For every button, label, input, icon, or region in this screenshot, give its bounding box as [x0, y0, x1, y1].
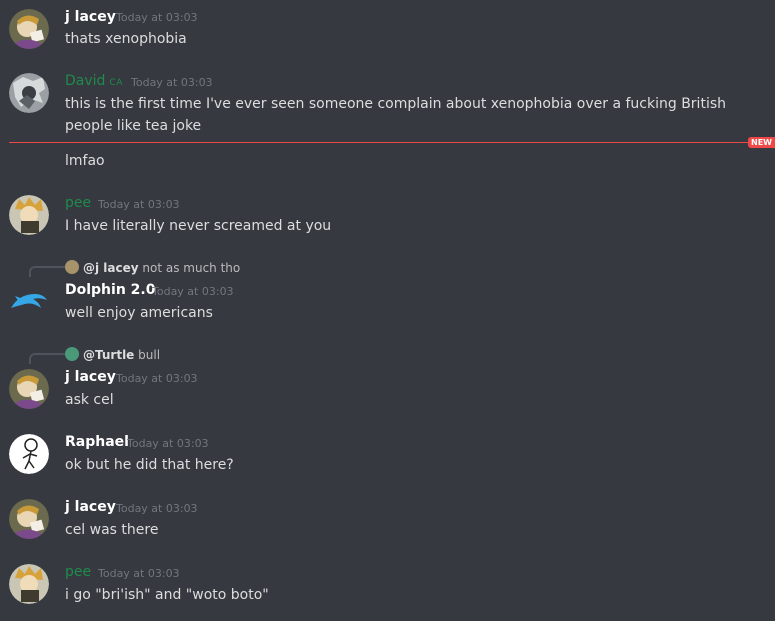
timestamp: Today at 03:03: [116, 502, 198, 515]
reply-preview[interactable]: @Turtle bull: [65, 347, 160, 362]
author-name[interactable]: j lacey: [65, 369, 116, 385]
reply-avatar: [65, 347, 79, 361]
reply-avatar: [65, 260, 79, 274]
message-text: ok but he did that here?: [65, 457, 234, 473]
message-text: I have literally never screamed at you: [65, 218, 332, 234]
dolphin-icon[interactable]: [9, 282, 49, 322]
timestamp: Today at 03:03: [127, 437, 209, 450]
avatar[interactable]: [9, 499, 49, 539]
timestamp: Today at 03:03: [98, 198, 180, 211]
message-text: this is the first time I've ever seen so…: [65, 96, 726, 134]
timestamp: Today at 03:03: [98, 567, 180, 580]
message-text: thats xenophobia: [65, 31, 187, 47]
avatar[interactable]: [9, 564, 49, 604]
reply-connector: [29, 353, 65, 364]
author-name[interactable]: j lacey: [65, 9, 116, 25]
message-text: cel was there: [65, 522, 159, 538]
message-text: ask cel: [65, 392, 114, 408]
timestamp: Today at 03:03: [116, 11, 198, 24]
timestamp: Today at 03:03: [152, 285, 234, 298]
author-name-text: David: [65, 73, 106, 89]
author-name[interactable]: pee: [65, 564, 91, 580]
avatar[interactable]: [9, 9, 49, 49]
avatar[interactable]: [9, 434, 49, 474]
avatar[interactable]: [9, 369, 49, 409]
message-text: lmfao: [65, 153, 105, 169]
reply-text: bull: [138, 348, 161, 362]
reply-preview[interactable]: @j lacey not as much tho: [65, 260, 240, 275]
new-messages-divider: [9, 142, 751, 143]
message-text: i go "bri'ish" and "woto boto": [65, 587, 269, 603]
author-name[interactable]: j lacey: [65, 499, 116, 515]
role-tag: CA: [109, 78, 123, 88]
author-name[interactable]: pee: [65, 195, 91, 211]
author-name[interactable]: Raphael: [65, 434, 129, 450]
avatar[interactable]: [9, 73, 49, 113]
reply-mention: @Turtle: [83, 348, 135, 362]
reply-text: not as much tho: [142, 261, 241, 275]
timestamp: Today at 03:03: [131, 76, 213, 89]
author-name[interactable]: Dolphin 2.0: [65, 282, 155, 298]
reply-connector: [29, 266, 65, 277]
timestamp: Today at 03:03: [116, 372, 198, 385]
message-text: well enjoy americans: [65, 305, 213, 321]
author-name[interactable]: David CA: [65, 73, 123, 89]
new-badge: NEW: [748, 137, 775, 148]
avatar[interactable]: [9, 195, 49, 235]
reply-mention: @j lacey: [83, 261, 139, 275]
